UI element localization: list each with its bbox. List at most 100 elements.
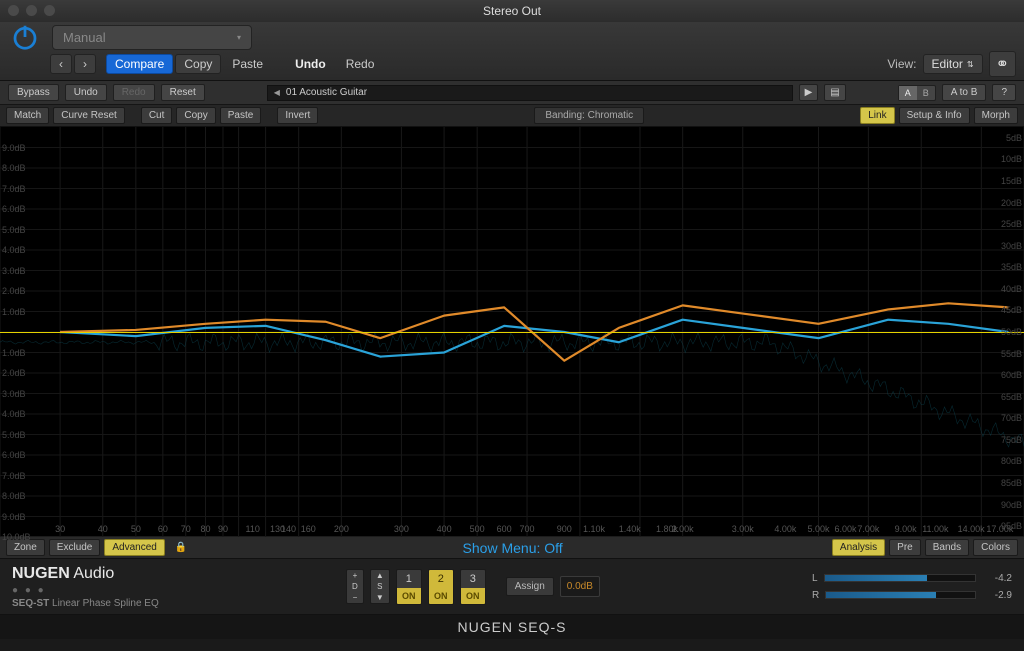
y-tick: 7.0dB — [2, 471, 26, 481]
d-stepper[interactable]: + D − — [346, 569, 364, 604]
zoom-icon[interactable] — [44, 5, 55, 16]
colors-button[interactable]: Colors — [973, 539, 1018, 556]
y-tick-right: 5dB — [1006, 133, 1022, 143]
meter-l-bar — [824, 574, 976, 582]
bypass-button[interactable]: Bypass — [8, 84, 59, 101]
reset-button[interactable]: Reset — [161, 84, 205, 101]
window-title: Stereo Out — [483, 4, 541, 18]
x-tick: 300 — [394, 524, 409, 534]
close-icon[interactable] — [8, 5, 19, 16]
s-stepper[interactable]: ▲ S ▼ — [370, 569, 390, 604]
plugin-undo-button[interactable]: Undo — [65, 84, 107, 101]
y-tick-right: 80dB — [1001, 456, 1022, 466]
y-tick-right: 55dB — [1001, 349, 1022, 359]
down-arrow-icon[interactable]: ▼ — [371, 592, 389, 603]
next-button[interactable]: › — [74, 54, 96, 74]
compare-button[interactable]: Compare — [106, 54, 173, 74]
y-tick: 7.0dB — [2, 184, 26, 194]
analysis-button[interactable]: Analysis — [832, 539, 885, 556]
y-tick-right: 20dB — [1001, 198, 1022, 208]
y-tick: 5.0dB — [2, 430, 26, 440]
save-preset-icon[interactable]: ▤ — [824, 84, 845, 101]
x-tick: 14.00k — [958, 524, 985, 534]
undo-button[interactable]: Undo — [286, 54, 335, 74]
lower-toolbar: Zone Exclude Advanced 🔒 Show Menu: Off A… — [0, 537, 1024, 559]
s-label: S — [371, 581, 389, 592]
exclude-button[interactable]: Exclude — [49, 539, 101, 556]
meter-r: R -2.9 — [812, 590, 1012, 601]
up-arrow-icon[interactable]: ▲ — [371, 570, 389, 581]
eq-graph[interactable]: 9.0dB8.0dB7.0dB6.0dB5.0dB4.0dB3.0dB2.0dB… — [0, 127, 1024, 537]
band-3-button[interactable]: 3ON — [460, 569, 486, 605]
x-tick: 40 — [98, 524, 108, 534]
cut-button[interactable]: Cut — [141, 107, 173, 124]
y-tick: 2.0dB — [2, 368, 26, 378]
assign-button[interactable]: Assign — [506, 577, 554, 596]
d-label: D — [347, 581, 363, 592]
minimize-icon[interactable] — [26, 5, 37, 16]
banding-dropdown[interactable]: Banding: Chromatic — [534, 107, 644, 124]
redo-button[interactable]: Redo — [337, 54, 384, 74]
setup-button[interactable]: Setup & Info — [899, 107, 970, 124]
x-tick: 17.00k — [986, 524, 1013, 534]
link-button[interactable]: Link — [860, 107, 894, 124]
meter-l-label: L — [812, 573, 818, 584]
invert-button[interactable]: Invert — [277, 107, 318, 124]
y-tick-right: 25dB — [1001, 219, 1022, 229]
x-tick: 1.10k — [583, 524, 605, 534]
y-tick: 4.0dB — [2, 409, 26, 419]
tool-paste-button[interactable]: Paste — [220, 107, 262, 124]
match-button[interactable]: Match — [6, 107, 49, 124]
y-tick-right: 50dB — [1001, 327, 1022, 337]
morph-button[interactable]: Morph — [974, 107, 1018, 124]
ab-a[interactable]: A — [899, 86, 917, 100]
ab-b[interactable]: B — [917, 86, 935, 100]
plus-icon[interactable]: + — [347, 570, 363, 581]
advanced-button[interactable]: Advanced — [104, 539, 164, 556]
lock-icon[interactable]: 🔒 — [169, 542, 193, 553]
tool-copy-button[interactable]: Copy — [176, 107, 215, 124]
brand-dots: ● ● ● — [12, 585, 232, 596]
x-tick: 60 — [158, 524, 168, 534]
help-button[interactable]: ? — [992, 84, 1016, 101]
x-tick: 160 — [301, 524, 316, 534]
power-button[interactable] — [8, 20, 42, 54]
copy-button[interactable]: Copy — [175, 54, 221, 74]
gain-readout[interactable]: 0.0dB — [560, 576, 600, 597]
minus-icon[interactable]: − — [347, 592, 363, 603]
paste-button[interactable]: Paste — [223, 54, 272, 74]
pre-button[interactable]: Pre — [889, 539, 921, 556]
plugin-redo-button[interactable]: Redo — [113, 84, 155, 101]
preset-name: Manual — [63, 30, 106, 45]
output-meters: L -4.2 R -2.9 — [812, 573, 1012, 601]
meter-l: L -4.2 — [812, 573, 1012, 584]
plugin-chrome: Bypass Undo Redo Reset ◀ 01 Acoustic Gui… — [0, 81, 1024, 105]
plugin-preset-name: 01 Acoustic Guitar — [286, 87, 367, 98]
transport-play-icon[interactable]: ▶ — [799, 84, 819, 101]
x-tick: 200 — [334, 524, 349, 534]
zero-db-line — [0, 332, 1024, 333]
x-tick: 3.00k — [732, 524, 754, 534]
sidechain-link-icon[interactable]: ⚭ — [989, 51, 1016, 77]
x-tick: 1.40k — [619, 524, 641, 534]
band-2-button[interactable]: 2ON — [428, 569, 454, 605]
x-tick: 30 — [55, 524, 65, 534]
show-menu-toggle[interactable]: Show Menu: Off — [197, 540, 828, 556]
preset-strip[interactable]: ◀ 01 Acoustic Guitar — [267, 85, 793, 101]
curve-reset-button[interactable]: Curve Reset — [53, 107, 125, 124]
window-controls[interactable] — [8, 5, 55, 16]
bands-button[interactable]: Bands — [925, 539, 969, 556]
x-tick: 600 — [497, 524, 512, 534]
view-label: View: — [887, 57, 916, 71]
preset-dropdown[interactable]: Manual ▾ — [52, 25, 252, 50]
a-to-b-button[interactable]: A to B — [942, 84, 987, 101]
meter-l-value: -4.2 — [982, 573, 1012, 584]
y-tick: 4.0dB — [2, 245, 26, 255]
band-1-button[interactable]: 1ON — [396, 569, 422, 605]
band-controls: + D − ▲ S ▼ 1ON 2ON 3ON Assign 0.0dB — [346, 569, 600, 605]
y-tick: 3.0dB — [2, 389, 26, 399]
triangle-left-icon[interactable]: ◀ — [274, 88, 280, 97]
view-dropdown[interactable]: Editor ⇅ — [923, 54, 983, 74]
prev-button[interactable]: ‹ — [50, 54, 72, 74]
ab-toggle[interactable]: A B — [898, 85, 936, 101]
